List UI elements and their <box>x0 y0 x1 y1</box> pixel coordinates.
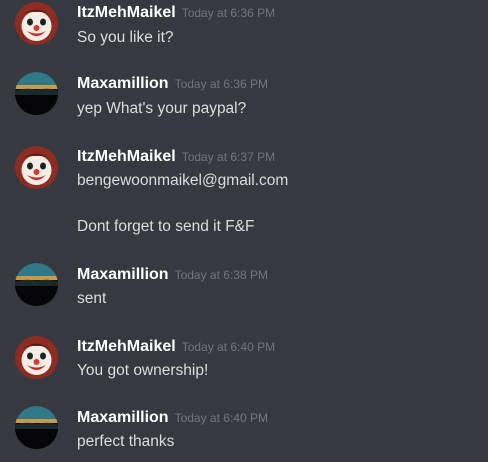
message-text: perfect thanks <box>77 433 175 450</box>
timestamp: Today at 6:36 PM <box>174 77 268 91</box>
author-name[interactable]: Maxamillion <box>77 266 169 283</box>
message-text: Dont forget to send it F&F <box>77 218 255 235</box>
author-name[interactable]: ItzMehMaikel <box>77 338 176 355</box>
author-name[interactable]: Maxamillion <box>77 409 169 426</box>
chat-messages: ItzMehMaikel Today at 6:36 PM So you like… <box>0 0 488 462</box>
author-name[interactable]: ItzMehMaikel <box>77 148 176 165</box>
timestamp: Today at 6:38 PM <box>174 268 268 282</box>
message-text: bengewoonmaikel@gmail.com <box>77 172 289 189</box>
timestamp: Today at 6:37 PM <box>181 150 276 164</box>
sunset-landscape-avatar-icon[interactable] <box>15 263 58 306</box>
author-name[interactable]: ItzMehMaikel <box>77 4 176 21</box>
sunset-landscape-avatar-icon[interactable] <box>15 72 58 115</box>
message-text: sent <box>77 290 107 307</box>
message-text: So you like it? <box>77 29 174 46</box>
message-text: You got ownership! <box>77 362 209 379</box>
clown-avatar-icon[interactable] <box>15 2 58 45</box>
clown-avatar-icon[interactable] <box>15 146 58 189</box>
sunset-landscape-avatar-icon[interactable] <box>15 406 58 449</box>
clown-avatar-icon[interactable] <box>15 336 58 379</box>
timestamp: Today at 6:40 PM <box>174 411 268 425</box>
timestamp: Today at 6:40 PM <box>181 340 276 354</box>
author-name[interactable]: Maxamillion <box>77 75 169 92</box>
timestamp: Today at 6:36 PM <box>181 6 276 20</box>
message-text: yep What's your paypal? <box>77 100 247 117</box>
